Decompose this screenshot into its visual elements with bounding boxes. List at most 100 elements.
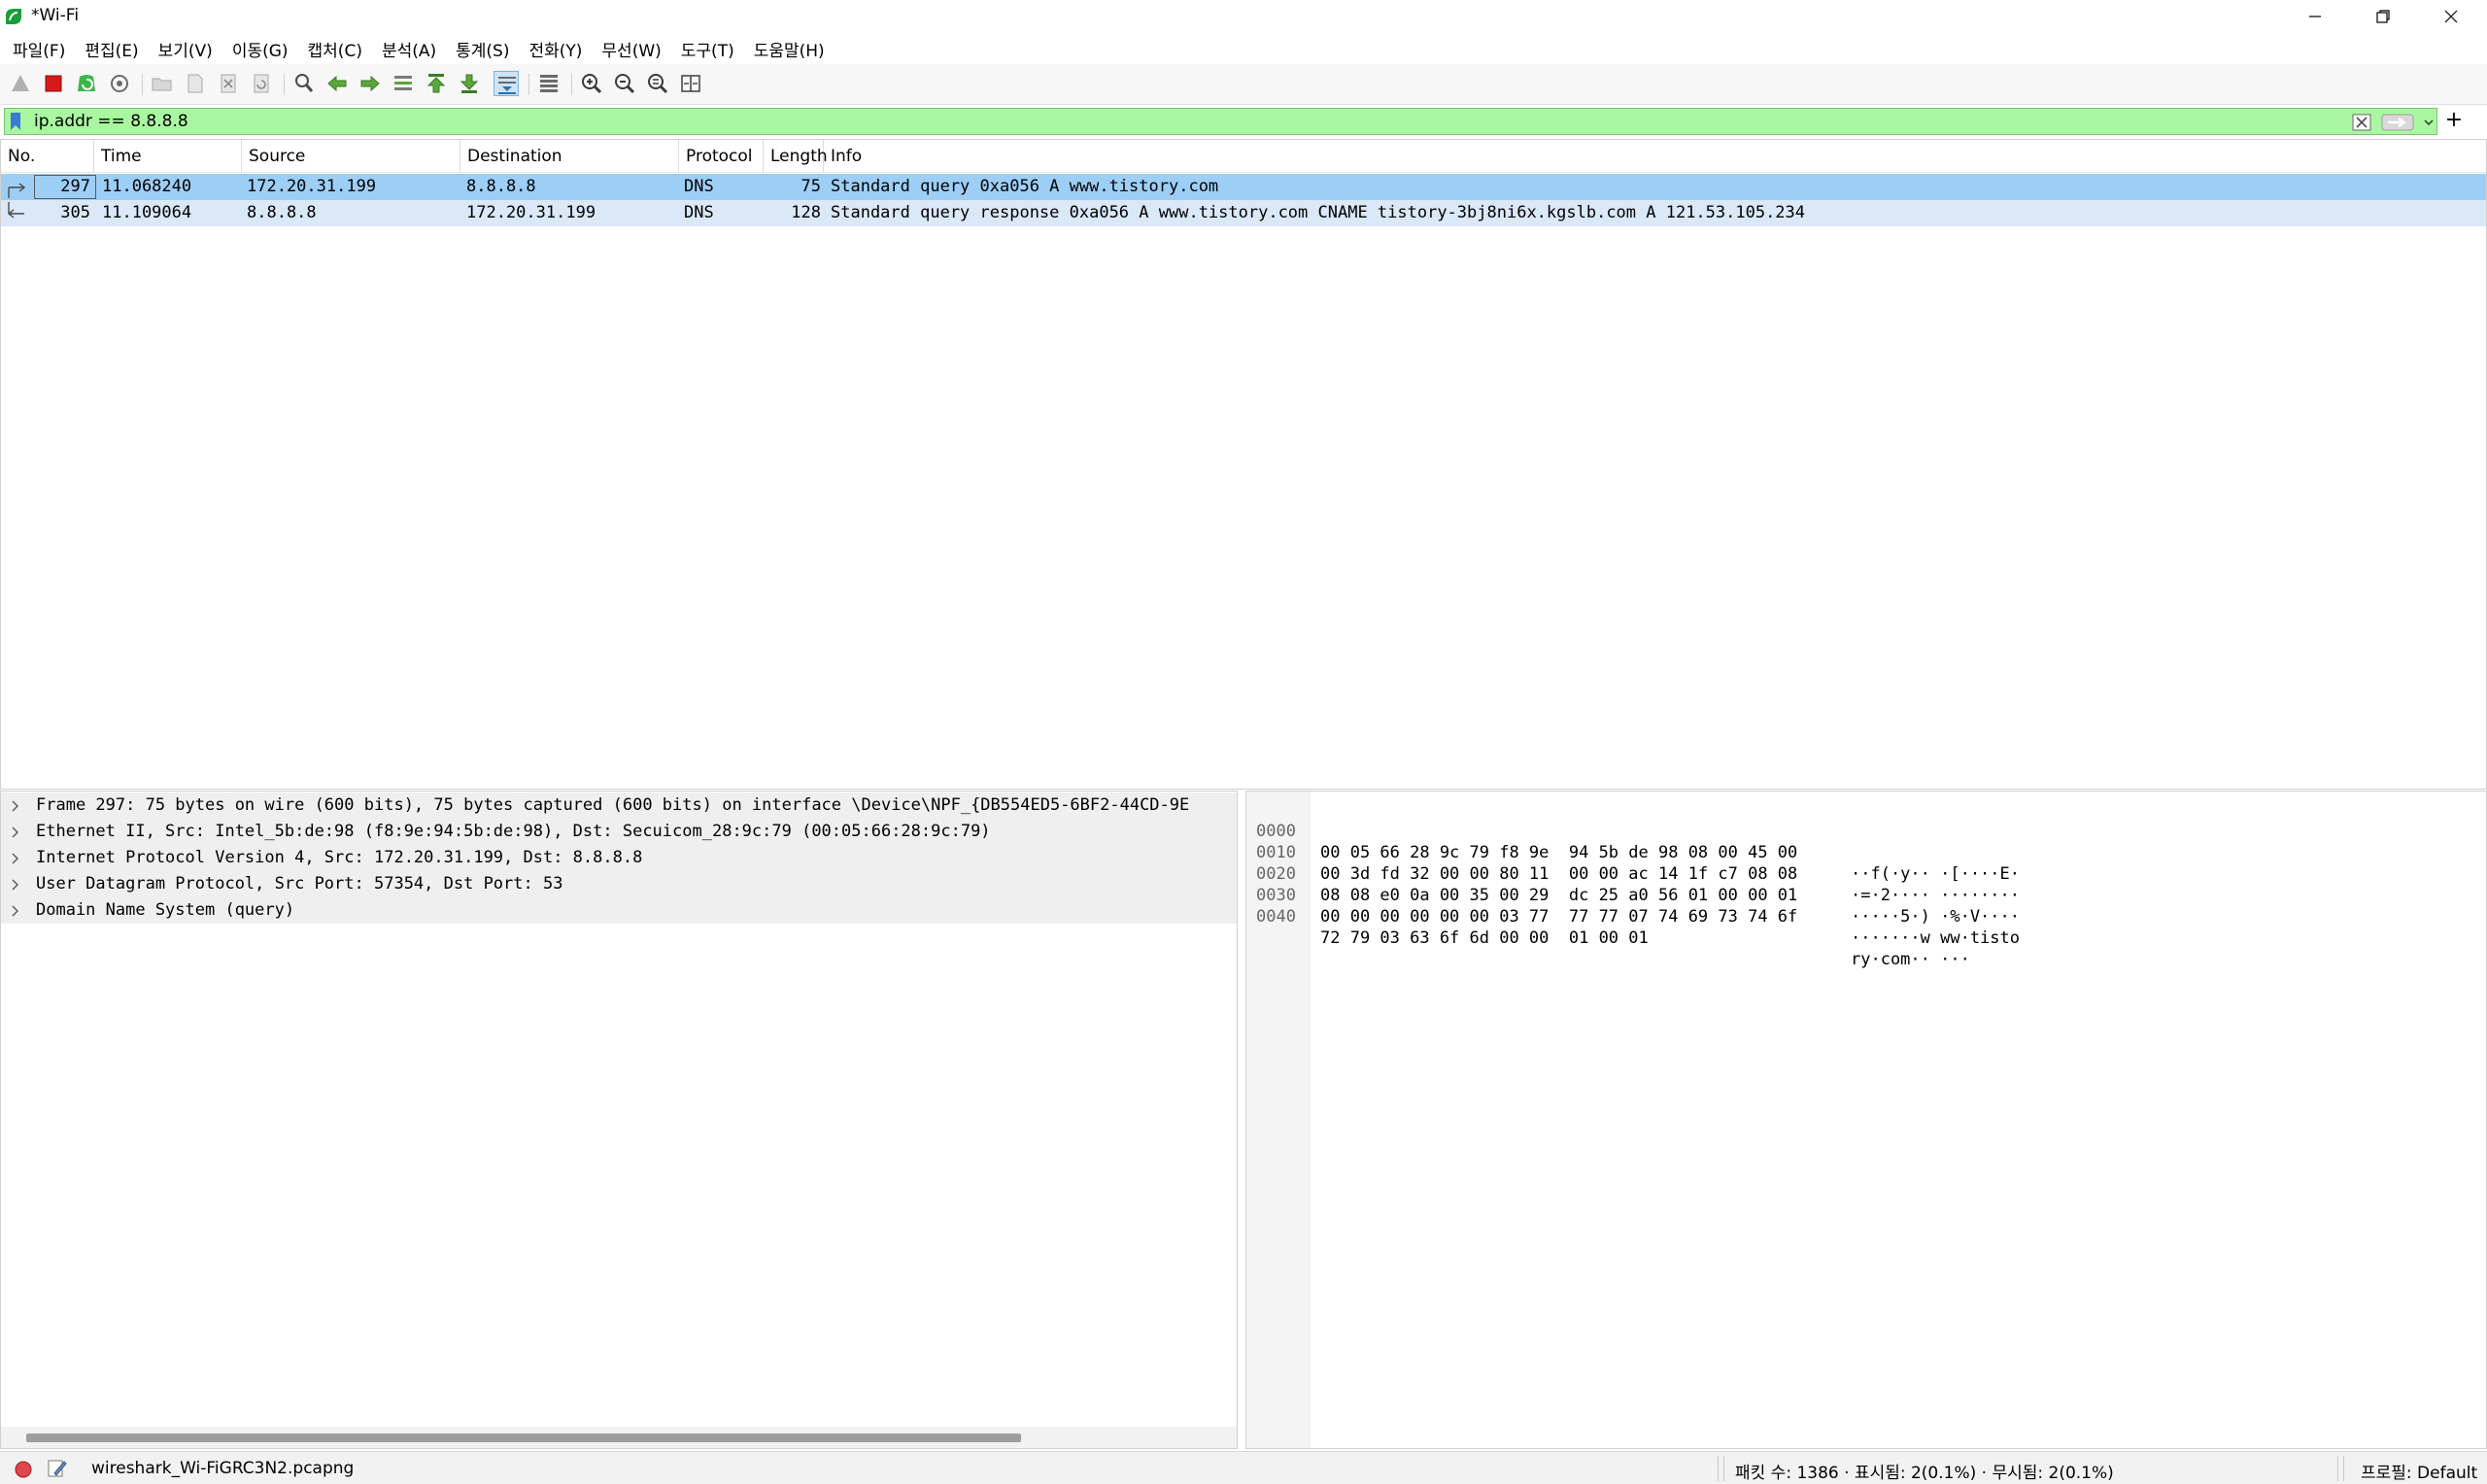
reload-file-icon[interactable] [249,71,274,96]
status-bar: wireshark_Wi-FiGRC3N2.pcapng 패킷 수: 1386 … [0,1451,2487,1484]
tree-item-label: Internet Protocol Version 4, Src: 172.20… [36,848,643,867]
chevron-right-icon[interactable] [11,853,20,864]
restore-icon [2376,10,2390,23]
zoom-out-icon[interactable] [612,71,637,96]
window-title: *Wi-Fi [31,6,80,25]
minimize-button[interactable] [2281,0,2349,33]
ascii-bytes[interactable]: ry·com·· ··· [1851,949,1970,970]
colorize-icon[interactable] [536,71,562,96]
scrollbar-thumb[interactable] [26,1433,1021,1442]
tree-item-dns[interactable]: Domain Name System (query) [1,897,1237,924]
hex-row[interactable]: 0020 08 08 e0 0a 00 35 00 29 dc 25 a0 56… [1246,842,2480,927]
column-header-protocol[interactable]: Protocol [679,140,764,173]
menu-view[interactable]: 보기(V) [152,37,225,61]
display-filter-input[interactable]: ip.addr == 8.8.8.8 [4,108,2437,135]
packet-list-header: No. Time Source Destination Protocol Len… [1,140,2486,173]
find-packet-icon[interactable] [291,71,317,96]
start-capture-icon[interactable] [8,71,33,96]
expert-info-icon[interactable] [14,1460,33,1479]
wireshark-logo-icon [6,9,21,24]
ascii-bytes[interactable]: ·······w ww·tisto [1851,928,2020,949]
capture-options-icon[interactable] [107,71,132,96]
close-file-icon[interactable] [216,71,241,96]
packet-bytes-pane: 0000 00 05 66 28 9c 79 f8 9e 94 5b de 98… [1245,791,2487,1449]
chevron-right-icon[interactable] [11,800,20,812]
status-separator [1718,1456,1719,1481]
chevron-right-icon[interactable] [11,905,20,917]
cell-no: 297 [60,177,90,196]
column-header-no[interactable]: No. [1,140,94,173]
open-file-icon[interactable] [150,71,175,96]
menu-help[interactable]: 도움말(H) [747,37,837,61]
chevron-right-icon[interactable] [11,826,20,838]
toolbar-separator [284,74,285,95]
apply-filter-icon[interactable] [2381,114,2414,131]
chevron-right-icon[interactable] [11,879,20,891]
tree-item-label: User Datagram Protocol, Src Port: 57354,… [36,874,563,894]
tree-item-udp[interactable]: User Datagram Protocol, Src Port: 57354,… [1,871,1237,897]
auto-scroll-icon[interactable] [494,71,519,96]
restart-capture-icon[interactable] [74,71,99,96]
go-to-packet-icon[interactable] [391,71,416,96]
menu-telephony[interactable]: 전화(Y) [522,37,595,61]
cell-source: 172.20.31.199 [247,177,377,196]
column-header-info[interactable]: Info [824,140,2486,173]
minimize-icon [2309,16,2321,17]
clear-filter-icon[interactable] [2352,114,2371,131]
hex-row[interactable]: 0000 00 05 66 28 9c 79 f8 9e 94 5b de 98… [1246,799,2480,884]
column-header-length[interactable]: Length [764,140,828,173]
horizontal-scrollbar[interactable] [1,1427,1237,1448]
capture-comment-icon[interactable] [47,1458,68,1479]
stop-capture-icon[interactable] [41,71,66,96]
hex-bytes[interactable]: 00 00 00 00 00 00 03 77 77 77 07 74 69 7… [1320,906,1797,928]
normal-size-icon[interactable] [645,71,670,96]
close-button[interactable] [2417,0,2485,33]
cell-length: 75 [801,177,821,196]
profile-label[interactable]: 프로필: Default [2361,1459,2477,1483]
go-last-icon[interactable] [457,71,482,96]
menu-tools[interactable]: 도구(T) [674,37,747,61]
go-forward-icon[interactable] [358,71,383,96]
menu-analyze[interactable]: 분석(A) [375,37,449,61]
title-bar: *Wi-Fi [0,0,2487,33]
restore-button[interactable] [2349,0,2417,33]
cell-time: 11.109064 [102,203,192,222]
column-header-source[interactable]: Source [242,140,460,173]
zoom-in-icon[interactable] [579,71,604,96]
cell-info: Standard query response 0xa056 A www.tis… [831,203,1806,222]
status-separator [2337,1456,2338,1481]
cell-source: 8.8.8.8 [247,203,317,222]
ascii-bytes[interactable]: ·····5·) ·%·V···· [1851,906,2020,928]
packet-row[interactable]: 305 11.109064 8.8.8.8 172.20.31.199 DNS … [1,200,2486,226]
menu-go[interactable]: 이동(G) [225,37,301,61]
hex-row[interactable]: 0030 00 00 00 00 00 00 03 77 77 77 07 74… [1246,863,2480,948]
chevron-down-icon[interactable] [2422,116,2436,129]
tree-item-ethernet[interactable]: Ethernet II, Src: Intel_5b:de:98 (f8:9e:… [1,819,1237,845]
go-first-icon[interactable] [424,71,449,96]
toolbar-separator [571,74,572,95]
close-icon [2444,10,2458,23]
hex-row[interactable]: 0010 00 3d fd 32 00 00 80 11 00 00 ac 14… [1246,821,2480,905]
status-separator [2343,1456,2344,1481]
go-back-icon[interactable] [324,71,350,96]
column-header-time[interactable]: Time [94,140,242,173]
menu-file[interactable]: 파일(F) [6,37,78,61]
tree-item-ipv4[interactable]: Internet Protocol Version 4, Src: 172.20… [1,845,1237,871]
menu-capture[interactable]: 캡처(C) [301,37,375,61]
menu-edit[interactable]: 편집(E) [78,37,151,61]
hex-row[interactable]: 0040 72 79 03 63 6f 6d 00 00 01 00 01 ry… [1246,885,2480,969]
tree-item-frame[interactable]: Frame 297: 75 bytes on wire (600 bits), … [1,793,1237,819]
add-filter-button[interactable]: + [2444,110,2464,131]
menu-statistics[interactable]: 통계(S) [449,37,522,61]
display-filter-text[interactable]: ip.addr == 8.8.8.8 [34,112,188,131]
resize-columns-icon[interactable] [678,71,703,96]
bookmark-icon[interactable] [9,112,22,131]
packet-row[interactable]: 297 11.068240 172.20.31.199 8.8.8.8 DNS … [1,174,2486,200]
menu-wireless[interactable]: 무선(W) [595,37,673,61]
request-arrow-icon [8,183,26,198]
capture-file-name: wireshark_Wi-FiGRC3N2.pcapng [91,1459,355,1478]
hex-bytes[interactable]: 72 79 03 63 6f 6d 00 00 01 00 01 [1320,928,1649,949]
save-file-icon[interactable] [183,71,208,96]
column-header-destination[interactable]: Destination [460,140,679,173]
packet-details-pane: Frame 297: 75 bytes on wire (600 bits), … [0,791,1238,1449]
